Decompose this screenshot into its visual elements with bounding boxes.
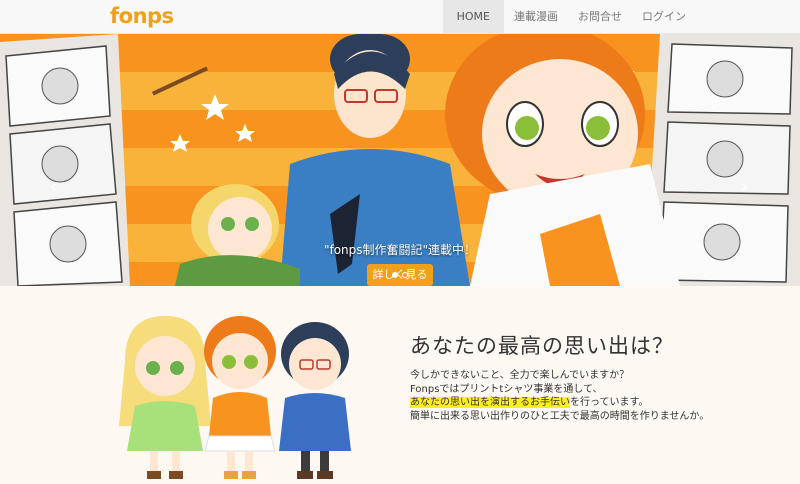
nav-item-home[interactable]: HOME — [442, 0, 504, 34]
carousel-prev-icon[interactable]: ‹ — [50, 174, 58, 198]
about-highlight: あなたの思い出を演出するお手伝い — [410, 397, 570, 408]
carousel-indicator-1[interactable] — [392, 272, 398, 278]
about-line-4: 簡単に出来る思い出作りのひと工夫で最高の時間を作りませんか。 — [410, 410, 710, 422]
about-line-3-rest: を行っています。 — [570, 397, 649, 408]
carousel-indicator-2[interactable] — [402, 272, 408, 278]
carousel-next-icon[interactable]: › — [740, 174, 748, 198]
about-description: 今しかできないこと、全力で楽しんでいますか？ Fonpsではプリントtシャツ事業… — [410, 369, 770, 423]
nav-item-login[interactable]: ログイン — [632, 0, 800, 34]
hero-carousel: ‹ › "fonps制作奮闘記"連載中！ 詳しく見る — [0, 34, 800, 286]
about-line-2: Fonpsではプリントtシャツ事業を通して、 — [410, 383, 603, 395]
about-title: あなたの最高の思い出は？ — [410, 334, 674, 358]
nav-item-contact[interactable]: お問合せ — [568, 0, 632, 34]
about-section: あなたの最高の思い出は？ 今しかできないこと、全力で楽しんでいますか？ Fonp… — [0, 286, 800, 484]
hero-caption: "fonps制作奮闘記"連載中！ — [323, 243, 477, 257]
chibi-characters-illustration — [119, 316, 351, 479]
navbar: fonps HOME 連載漫画 お問合せ ログイン — [0, 0, 800, 34]
chibi-blonde — [119, 316, 211, 479]
brand-logo[interactable]: fonps — [110, 4, 174, 28]
chibi-orange — [204, 316, 276, 479]
about-line-1: 今しかできないこと、全力で楽しんでいますか？ — [410, 370, 630, 381]
nav-item-manga[interactable]: 連載漫画 — [504, 0, 568, 34]
carousel-indicators — [392, 272, 408, 278]
chibi-boy — [279, 322, 351, 479]
main-nav: HOME 連載漫画 お問合せ ログイン — [442, 0, 800, 34]
about-line-3: あなたの思い出を演出するお手伝いを行っています。 — [410, 396, 770, 410]
